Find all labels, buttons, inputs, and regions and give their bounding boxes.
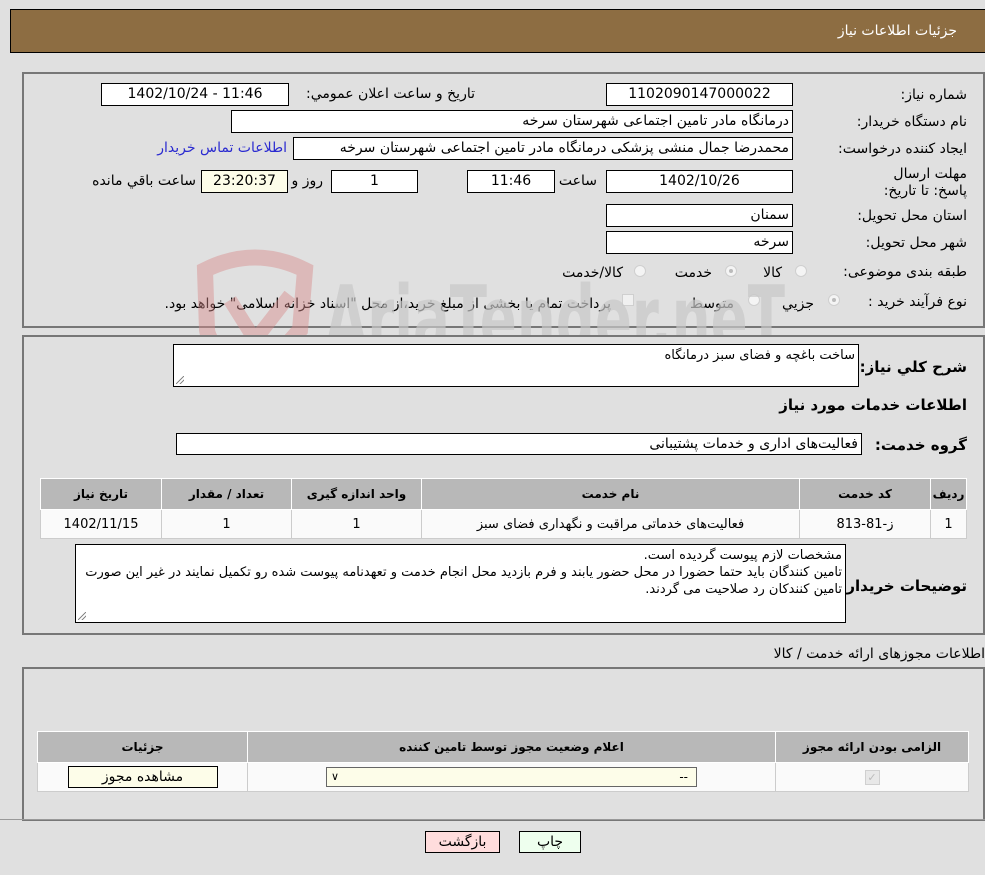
description-label: شرح کلي نیاز: [859, 358, 967, 376]
permits-section-title: اطلاعات مجوزهای ارائه خدمت / کالا [773, 646, 985, 662]
category-service-label: خدمت [674, 265, 712, 281]
treasury-checkbox[interactable] [622, 294, 634, 306]
deadline-date-field: 1402/10/26 [606, 170, 793, 193]
process-medium-radio[interactable] [748, 294, 760, 306]
announce-datetime-field: 1402/10/24 - 11:46 [101, 83, 289, 106]
col-need-date: تاریخ نیاز [40, 478, 162, 510]
view-permit-button[interactable]: مشاهده مجوز [67, 766, 218, 788]
category-goods-service-label: کالا/خدمت [562, 265, 623, 281]
cell-service-code: ز-81-813 [799, 509, 931, 539]
buyer-contact-link[interactable]: اطلاعات تماس خریدار [157, 140, 287, 156]
services-table-header: ردیف کد خدمت نام خدمت واحد اندازه گیری ت… [40, 478, 967, 510]
cell-quantity: 1 [161, 509, 292, 539]
service-group-field: فعالیت‌های اداری و خدمات پشتیبانی [176, 433, 862, 455]
category-label: طبقه بندی موضوعی: [843, 264, 967, 280]
description-textarea[interactable]: ساخت باغچه و فضای سبز درمانگاه [173, 344, 859, 387]
cell-service-name: فعالیت‌های خدماتی مراقبت و نگهداری فضای … [421, 509, 800, 539]
permit-status-select[interactable]: -- ∨ [326, 767, 697, 787]
category-goods-service-radio[interactable] [634, 265, 646, 277]
need-number-label: شماره نیاز: [900, 87, 968, 103]
cell-need-date: 1402/11/15 [40, 509, 162, 539]
services-section-title: اطلاعات خدمات مورد نیاز [779, 396, 967, 414]
province-field: سمنان [606, 204, 793, 227]
description-text: ساخت باغچه و فضای سبز درمانگاه [664, 348, 855, 363]
days-label: روز و [291, 173, 324, 189]
buyer-notes-line-2: تامین کنندگان باید حتما حضورا در محل حضو… [85, 565, 842, 597]
buyer-org-field: درمانگاه مادر تامین اجتماعی شهرستان سرخه [231, 110, 793, 133]
deadline-time-label: ساعت [558, 173, 597, 189]
table-row: 1 ز-81-813 فعالیت‌های خدماتی مراقبت و نگ… [40, 509, 967, 539]
print-button[interactable]: چاپ [519, 831, 581, 853]
col-permit-required: الزامی بودن ارائه مجوز [775, 731, 969, 763]
col-permit-status: اعلام وضعیت مجوز توسط تامین کننده [247, 731, 776, 763]
city-label: شهر محل تحویل: [865, 235, 967, 251]
col-service-name: نام خدمت [421, 478, 800, 510]
back-button[interactable]: بازگشت [425, 831, 500, 853]
creator-label: ایجاد کننده درخواست: [838, 141, 967, 157]
deadline-time-field: 11:46 [467, 170, 555, 193]
need-number-field: 1102090147000022 [606, 83, 793, 106]
col-unit: واحد اندازه گیری [291, 478, 422, 510]
buyer-notes-line-1: مشخصات لازم پیوست گردیده است. [643, 548, 842, 563]
days-remaining-field: 1 [331, 170, 418, 193]
page-header: جزئیات اطلاعات نیاز [10, 9, 985, 53]
creator-field: محمدرضا جمال منشی پزشکی درمانگاه مادر تا… [293, 137, 793, 160]
cell-permit-details: مشاهده مجوز [37, 762, 248, 792]
announce-label: تاریخ و ساعت اعلان عمومي: [306, 86, 475, 102]
page-title: جزئیات اطلاعات نیاز [837, 23, 957, 39]
resize-handle-icon[interactable] [78, 612, 86, 620]
footer-divider [0, 819, 985, 820]
deadline-label: مهلت ارسال پاسخ: تا تاریخ: [883, 166, 967, 199]
resize-handle-icon[interactable] [176, 376, 184, 384]
city-field: سرخه [606, 231, 793, 254]
treasury-checkbox-label: پرداخت تمام یا بخشی از مبلغ خرید،از محل … [164, 296, 611, 312]
col-row: ردیف [930, 478, 967, 510]
table-row: ✓ -- ∨ مشاهده مجوز [37, 762, 969, 792]
category-goods-radio[interactable] [795, 265, 807, 277]
process-minor-label: جزیي [782, 296, 814, 312]
col-service-code: کد خدمت [799, 478, 931, 510]
permits-table-header: الزامی بودن ارائه مجوز اعلام وضعیت مجوز … [37, 731, 969, 763]
category-goods-label: کالا [763, 265, 782, 281]
cell-row: 1 [930, 509, 967, 539]
permit-status-selected: -- [679, 770, 688, 784]
cell-unit: 1 [291, 509, 422, 539]
col-permit-details: جزئیات [37, 731, 248, 763]
process-label: نوع فرآیند خرید : [868, 294, 967, 310]
col-quantity: تعداد / مقدار [161, 478, 292, 510]
chevron-down-icon: ∨ [331, 770, 340, 783]
process-minor-radio[interactable] [828, 294, 840, 306]
buyer-org-label: نام دستگاه خریدار: [856, 114, 967, 130]
remaining-label: ساعت باقي مانده [92, 173, 196, 189]
buyer-notes-label: توضیحات خریدار: [840, 577, 967, 595]
process-medium-label: متوسط [690, 296, 734, 312]
remaining-time-field: 23:20:37 [201, 170, 288, 193]
cell-permit-status: -- ∨ [247, 762, 776, 792]
province-label: استان محل تحویل: [857, 208, 967, 224]
service-group-label: گروه خدمت: [874, 436, 967, 454]
permit-required-checkbox[interactable]: ✓ [864, 769, 880, 785]
permits-table: الزامی بودن ارائه مجوز اعلام وضعیت مجوز … [37, 731, 969, 792]
category-service-radio[interactable] [725, 265, 737, 277]
buyer-notes-textarea[interactable]: مشخصات لازم پیوست گردیده است. تامین کنند… [75, 544, 846, 623]
cell-permit-required: ✓ [775, 762, 969, 792]
services-table: ردیف کد خدمت نام خدمت واحد اندازه گیری ت… [40, 478, 967, 539]
